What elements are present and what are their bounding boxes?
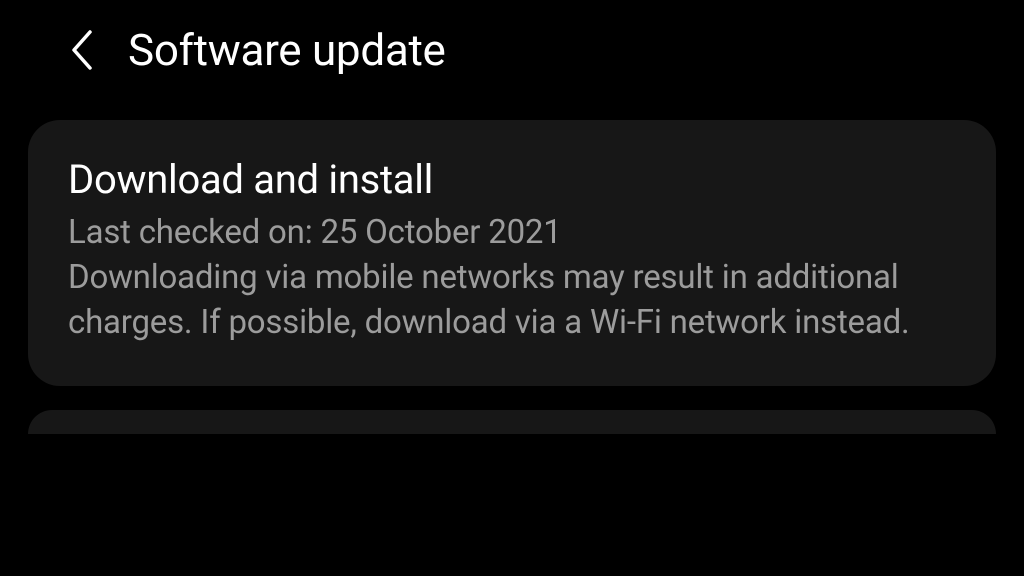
next-card-partial [28,410,996,434]
page-title: Software update [128,24,446,76]
header-bar: Software update [0,0,1024,104]
back-button[interactable] [68,28,96,72]
chevron-left-icon [68,28,96,72]
card-description: Downloading via mobile networks may resu… [68,256,956,346]
card-title: Download and install [68,156,956,203]
last-checked-text: Last checked on: 25 October 2021 [68,211,956,256]
download-install-card[interactable]: Download and install Last checked on: 25… [28,120,996,386]
